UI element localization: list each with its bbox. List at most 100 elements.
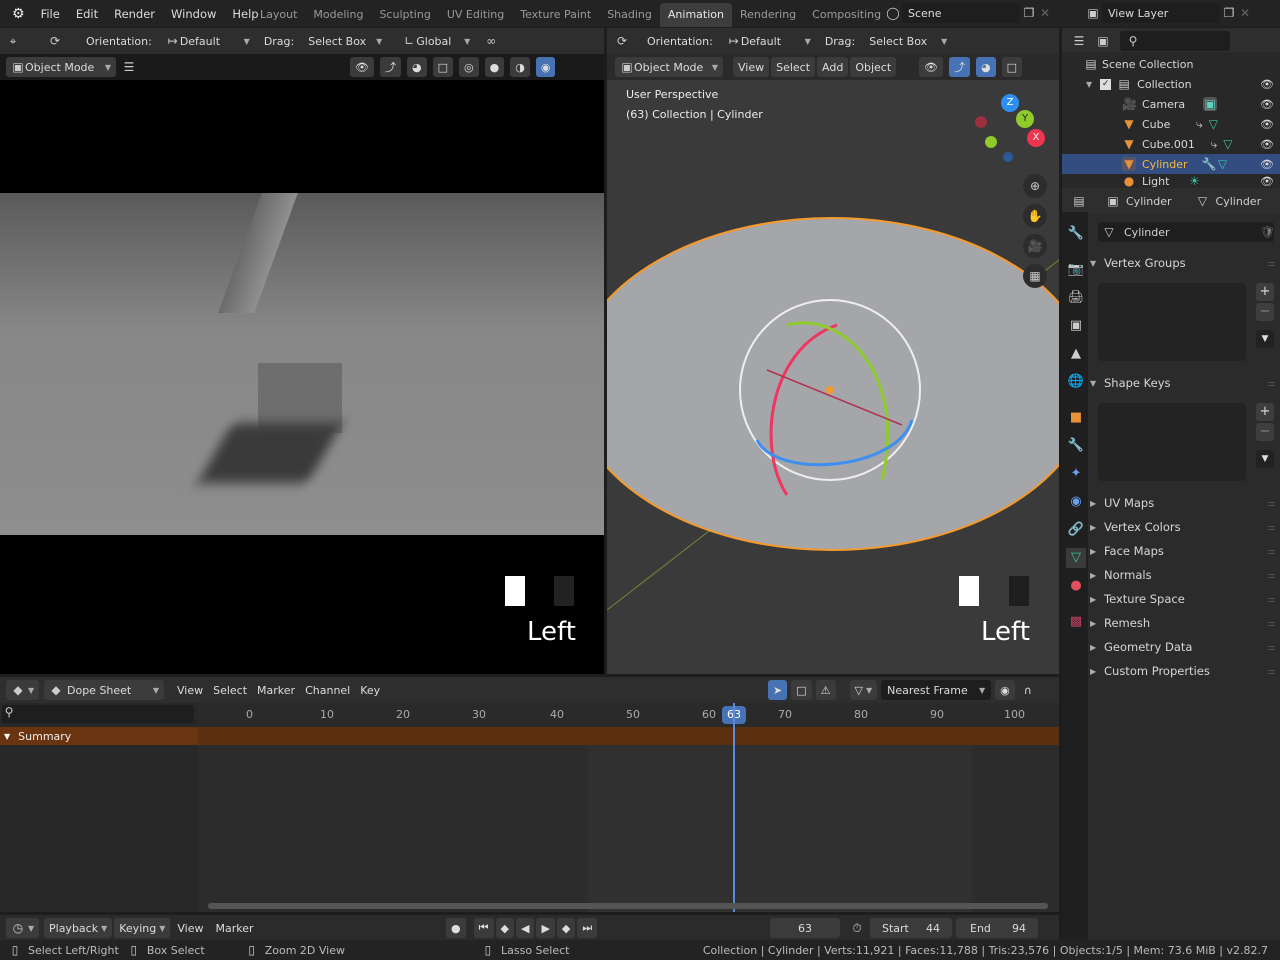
eye-icon[interactable]: 👁 [1260,98,1274,111]
mesh-datablock-field[interactable]: ▽ Cylinder 🛡 [1098,222,1275,242]
vertex-groups-list[interactable] [1098,283,1246,361]
camera-view-icon[interactable]: 🎥 [1023,234,1047,258]
animation-icon[interactable]: ⤷ [1207,137,1221,151]
xray-icon[interactable]: □ [432,57,453,77]
menu-view[interactable]: View [733,57,770,77]
checkbox[interactable]: ✓ [1100,78,1112,90]
material-tab-icon[interactable]: ● [1066,576,1086,596]
new-view-layer-icon[interactable]: ❐ [1222,6,1236,20]
jump-keyframe-next-icon[interactable]: ◆ [556,918,576,938]
panel-custom-properties[interactable]: ▶ Custom Properties:::: [1090,659,1280,683]
play-reverse-icon[interactable]: ◀ [515,918,535,938]
outliner-item-cube-001[interactable]: ▼ Cube.001 ⤷ ▽ 👁 [1062,134,1280,154]
jump-end-icon[interactable]: ⏭ [577,918,598,938]
overlay-icon[interactable]: ◕ [406,57,427,77]
scene-tab-icon[interactable]: ▲ [1066,344,1086,364]
texture-tab-icon[interactable]: ▩ [1066,612,1086,632]
pan-hand-icon[interactable]: ✋ [1023,204,1047,228]
frame-ruler[interactable]: 0 10 20 30 40 50 60 70 80 90 100 63 [198,703,1059,727]
menu-view[interactable]: View [172,918,208,938]
start-frame-field[interactable]: Start 44 [870,918,952,938]
modifier-wrench-icon[interactable]: 🔧 [1202,157,1217,171]
xray-icon[interactable]: □ [1001,57,1022,77]
stopwatch-icon[interactable]: ⏱ [850,921,864,935]
rendered-shading-icon[interactable]: ◉ [535,57,556,77]
transform-pivot-icon[interactable]: ⟳ [48,34,62,48]
gizmo-neg-x[interactable] [975,116,987,128]
camera-data-icon[interactable]: ▣ [1203,97,1218,111]
collection-row[interactable]: ▼ ✓ ▤ Collection 👁 [1062,74,1280,94]
end-frame-field[interactable]: End 94 [956,918,1038,938]
editor-type-dropdown[interactable]: ◆ ▼ [6,680,40,700]
gizmo-neg-z[interactable] [1003,152,1013,162]
tab-sculpting[interactable]: Sculpting [371,3,438,27]
material-shading-icon[interactable]: ◑ [510,57,530,77]
tool-tab-icon[interactable]: 🔧 [1066,224,1086,244]
summary-channel[interactable]: ▼ Summary [0,727,198,745]
zoom-icon[interactable]: ⊕ [1023,174,1047,198]
mesh-data-icon[interactable]: ▽ [1206,117,1220,131]
menu-marker[interactable]: Marker [210,918,258,938]
tab-rendering[interactable]: Rendering [732,3,804,27]
gizmo-x-axis[interactable]: X [1027,129,1045,147]
menu-window[interactable]: Window [163,7,224,21]
add-vertex-group-button[interactable]: + [1256,283,1274,301]
only-errors-icon[interactable]: ⚠ [815,680,836,700]
eye-icon[interactable]: 👁 [1260,138,1274,151]
panel-remesh[interactable]: ▶ Remesh:::: [1090,611,1280,635]
falloff-icon[interactable]: ∩ [1019,680,1037,700]
menu-render[interactable]: Render [106,7,163,21]
panel-normals[interactable]: ▶ Normals:::: [1090,563,1280,587]
tab-animation[interactable]: Animation [659,3,732,27]
view-layer-field[interactable]: View Layer [1102,3,1220,23]
eye-icon[interactable]: 👁 [1260,118,1274,131]
channel-search-input[interactable]: ⚲ [2,705,194,723]
editor-type-dropdown[interactable]: ◷ ▼ [6,918,40,938]
tab-compositing[interactable]: Compositing [804,3,889,27]
outliner-item-cube[interactable]: ▼ Cube ⤷ ▽ 👁 [1062,114,1280,134]
wireframe-shading-icon[interactable]: ◎ [458,57,479,77]
gizmo-neg-y[interactable] [985,136,997,148]
visibility-icon[interactable]: 👁 [350,57,374,77]
scene-field[interactable]: Scene [902,3,1020,23]
tab-layout[interactable]: Layout [252,3,305,27]
snap-dropdown[interactable]: Nearest Frame ▼ [881,680,992,700]
eye-icon[interactable]: 👁 [1260,158,1274,171]
overlay-icon[interactable]: ◕ [975,57,996,77]
view-layer-icon[interactable]: ▣ [1086,6,1100,20]
gizmo-icon[interactable]: ⤴ [379,57,401,77]
drag-dropdown[interactable]: Select Box ▼ [863,31,954,51]
menu-keying[interactable]: Keying ▼ [114,918,171,938]
orientation-dropdown[interactable]: ↦ Default ▼ [720,31,817,51]
gizmo-icon[interactable]: ⤴ [948,57,970,77]
menu-select[interactable]: Select [771,57,816,77]
outliner-editor-type-icon[interactable]: ☰ [1072,34,1086,48]
add-shape-key-button[interactable]: + [1256,403,1274,421]
panel-texture-space[interactable]: ▶ Texture Space:::: [1090,587,1280,611]
gizmo-z-axis[interactable]: Z [1001,94,1019,112]
fake-user-shield-icon[interactable]: 🛡 [1260,225,1275,239]
object-tab-icon[interactable]: ■ [1066,408,1086,428]
panel-shape-keys[interactable]: ▼ Shape Keys:::: [1090,371,1280,395]
vertex-group-specials-button[interactable]: ▼ [1256,330,1274,348]
delete-scene-icon[interactable]: ✕ [1038,6,1052,20]
jump-start-icon[interactable]: ⏮ [473,918,494,938]
menu-file[interactable]: File [33,7,68,21]
playhead-line[interactable] [733,703,735,912]
transform-orientation-dropdown[interactable]: ∟ Global ▼ [396,31,477,51]
mode-dropdown[interactable]: ▣ Object Mode ▼ [615,57,723,77]
proportional-edit-icon[interactable]: ◉ [995,680,1015,700]
camera-viewport[interactable]: ▣ Object Mode ▼ ☰ 👁 ⤴ ◕ □ ◎ ● ◑ ◉ Left [0,54,604,674]
visibility-icon[interactable]: 👁 [919,57,943,77]
physics-tab-icon[interactable]: ◉ [1066,492,1086,512]
menu-playback[interactable]: Playback ▼ [44,918,113,938]
menu-object[interactable]: Object [850,57,897,77]
horizontal-scrollbar[interactable] [208,903,1048,909]
shape-key-specials-button[interactable]: ▼ [1256,450,1274,468]
constraints-tab-icon[interactable]: 🔗 [1066,520,1086,540]
particles-tab-icon[interactable]: ✦ [1066,464,1086,484]
tab-modeling[interactable]: Modeling [305,3,371,27]
eye-icon[interactable]: 👁 [1260,175,1274,188]
menu-channel[interactable]: Channel [300,680,355,700]
play-icon[interactable]: ▶ [536,918,555,938]
